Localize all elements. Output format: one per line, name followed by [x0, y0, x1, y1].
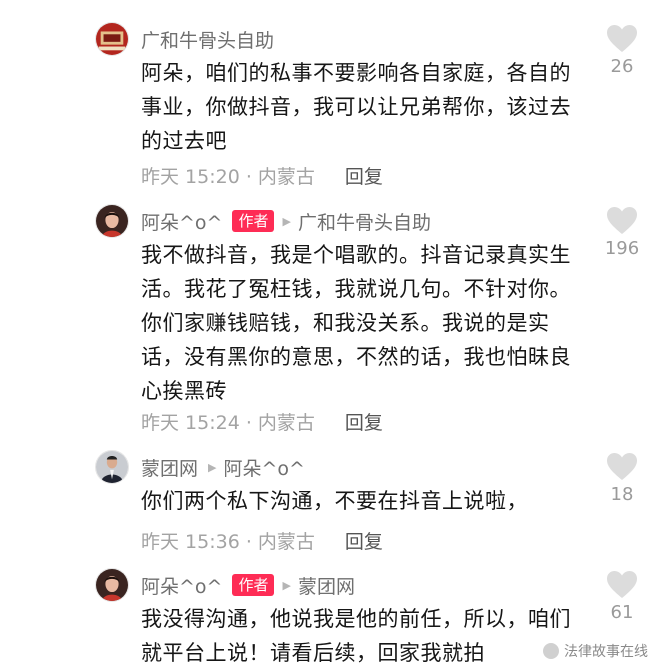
like-count: 26 — [610, 56, 634, 77]
author-badge: 作者 — [232, 210, 275, 232]
reply-to-username[interactable]: 广和牛骨头自助 — [298, 208, 431, 235]
watermark-text: 法律故事在线 — [564, 644, 648, 660]
comment-text: 我不做抖音，我是个唱歌的。抖音记录真实生活。我花了冤枉钱，我就说几句。不针对你。… — [141, 243, 571, 403]
triangle-right-icon: ▶ — [282, 578, 291, 592]
woman-portrait-avatar-icon — [96, 205, 128, 237]
heart-icon[interactable] — [606, 24, 638, 54]
reply-button[interactable]: 回复 — [345, 527, 383, 554]
triangle-right-icon: ▶ — [282, 214, 291, 228]
comment-text: 你们两个私下沟通，不要在抖音上说啦， — [141, 489, 528, 513]
comment-timestamp: 昨天 15:36 · 内蒙古 — [141, 530, 315, 553]
username[interactable]: 阿朵^o^ — [141, 572, 222, 599]
reply-button[interactable]: 回复 — [345, 162, 383, 189]
comment-footer: 昨天 15:24 · 内蒙古 回复 — [141, 407, 383, 435]
avatar[interactable] — [95, 568, 129, 602]
heart-icon[interactable] — [606, 570, 638, 600]
comment-footer: 昨天 15:20 · 内蒙古 回复 — [141, 161, 383, 189]
like-control: 61 — [601, 570, 643, 623]
like-count: 196 — [604, 238, 640, 259]
avatar[interactable] — [95, 22, 129, 56]
comment-timestamp: 昨天 15:24 · 内蒙古 — [141, 411, 315, 434]
username[interactable]: 阿朵^o^ — [141, 208, 222, 235]
avatar[interactable] — [95, 204, 129, 238]
heart-icon[interactable] — [606, 452, 638, 482]
watermark: 法律故事在线 — [543, 641, 648, 661]
comment-text: 我没得沟通，他说我是他的前任，所以，咱们就平台上说！请看后续，回家我就拍 — [141, 607, 571, 665]
like-control: 26 — [601, 24, 643, 77]
heart-icon[interactable] — [606, 206, 638, 236]
comment-meta: 蒙团网 ▶ 阿朵^o^ — [141, 452, 305, 482]
avatar[interactable] — [95, 450, 129, 484]
comment-meta: 广和牛骨头自助 — [141, 24, 274, 54]
woman-portrait-avatar-icon — [96, 569, 128, 601]
comment-meta: 阿朵^o^ 作者 ▶ 广和牛骨头自助 — [141, 206, 431, 236]
like-control: 196 — [601, 206, 643, 259]
restaurant-logo-avatar-icon — [96, 23, 128, 55]
reply-to-username[interactable]: 蒙团网 — [298, 572, 355, 599]
triangle-right-icon: ▶ — [208, 460, 217, 474]
like-count: 18 — [610, 484, 634, 505]
author-badge: 作者 — [232, 574, 275, 596]
man-in-suit-avatar-icon — [96, 451, 128, 483]
username[interactable]: 蒙团网 — [141, 454, 198, 481]
watermark-logo-icon — [543, 643, 559, 659]
comment-timestamp: 昨天 15:20 · 内蒙古 — [141, 165, 315, 188]
like-count: 61 — [610, 602, 634, 623]
reply-to-username[interactable]: 阿朵^o^ — [223, 454, 304, 481]
comment-meta: 阿朵^o^ 作者 ▶ 蒙团网 — [141, 570, 355, 600]
comment-footer: 昨天 15:36 · 内蒙古 回复 — [141, 526, 383, 554]
comment-text: 阿朵，咱们的私事不要影响各自家庭，各自的事业，你做抖音，我可以让兄弟帮你，该过去… — [141, 61, 571, 153]
username[interactable]: 广和牛骨头自助 — [141, 26, 274, 53]
like-control: 18 — [601, 452, 643, 505]
reply-button[interactable]: 回复 — [345, 408, 383, 435]
